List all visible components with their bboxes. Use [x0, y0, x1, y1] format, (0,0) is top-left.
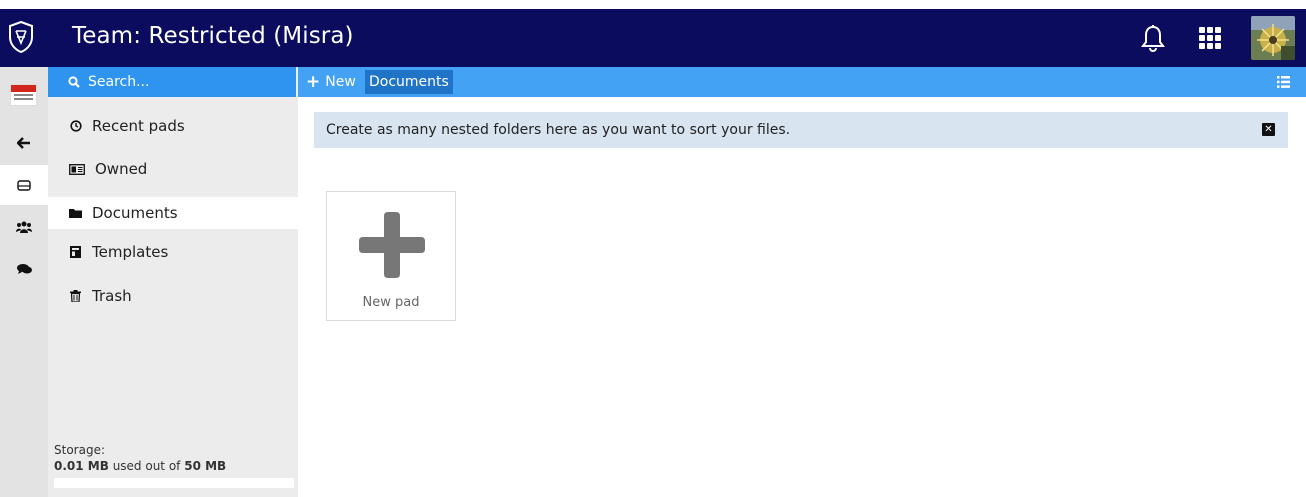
folder-icon [69, 207, 82, 220]
sidebar-item-label: Owned [95, 160, 148, 178]
top-bar: Team: Restricted (Misra) [0, 9, 1306, 67]
sidebar-item-recent-pads[interactable]: Recent pads [48, 110, 298, 142]
storage-info: Storage: 0.01 MB used out of 50 MB [54, 442, 226, 474]
storage-usage: 0.01 MB used out of 50 MB [54, 458, 226, 474]
user-avatar[interactable] [1251, 16, 1295, 60]
sidebar-item-owned[interactable]: Owned [48, 153, 298, 185]
new-button-label: New [325, 74, 356, 90]
shield-logo-icon[interactable] [8, 21, 34, 53]
sidebar-item-label: Recent pads [92, 117, 185, 135]
new-pad-tile[interactable]: New pad [326, 191, 456, 321]
list-view-icon[interactable] [1277, 76, 1290, 88]
search-placeholder: Search... [88, 74, 150, 90]
storage-mid: used out of [108, 459, 185, 473]
drive-toolbar: + New Documents [298, 67, 1306, 97]
plus-icon: + [306, 71, 321, 92]
members-icon[interactable] [0, 207, 48, 247]
plus-large-icon [359, 212, 425, 278]
left-rail [0, 67, 48, 497]
apps-grid-icon[interactable] [1199, 27, 1221, 49]
template-icon [69, 246, 82, 259]
chat-icon[interactable] [0, 249, 48, 289]
storage-used: 0.01 MB [54, 459, 109, 473]
sidebar-item-trash[interactable]: Trash [48, 280, 298, 312]
search-icon [68, 76, 80, 88]
clock-icon [69, 120, 82, 133]
id-card-icon [69, 163, 85, 176]
close-icon[interactable]: ✕ [1262, 123, 1275, 136]
search-input[interactable]: Search... [48, 67, 296, 97]
bell-icon[interactable] [1140, 24, 1166, 52]
back-arrow-icon[interactable] [0, 123, 48, 163]
trash-icon [69, 290, 82, 303]
tile-label: New pad [362, 295, 420, 310]
info-banner-text: Create as many nested folders here as yo… [326, 122, 791, 138]
sidebar-item-label: Documents [92, 204, 178, 222]
drive-icon[interactable] [0, 165, 48, 205]
restricted-badge-icon[interactable] [10, 84, 37, 106]
sidebar-item-documents[interactable]: Documents [48, 197, 298, 229]
sidebar-item-templates[interactable]: Templates [48, 236, 298, 268]
storage-total: 50 MB [184, 459, 227, 473]
storage-heading: Storage: [54, 443, 105, 457]
info-banner: Create as many nested folders here as yo… [314, 112, 1288, 148]
breadcrumb-documents[interactable]: Documents [365, 70, 453, 94]
team-title: Team: Restricted (Misra) [72, 23, 354, 49]
sidebar-item-label: Trash [92, 287, 132, 305]
new-button[interactable]: + New [306, 67, 356, 97]
sidebar-item-label: Templates [92, 243, 169, 261]
storage-bar [54, 478, 294, 488]
